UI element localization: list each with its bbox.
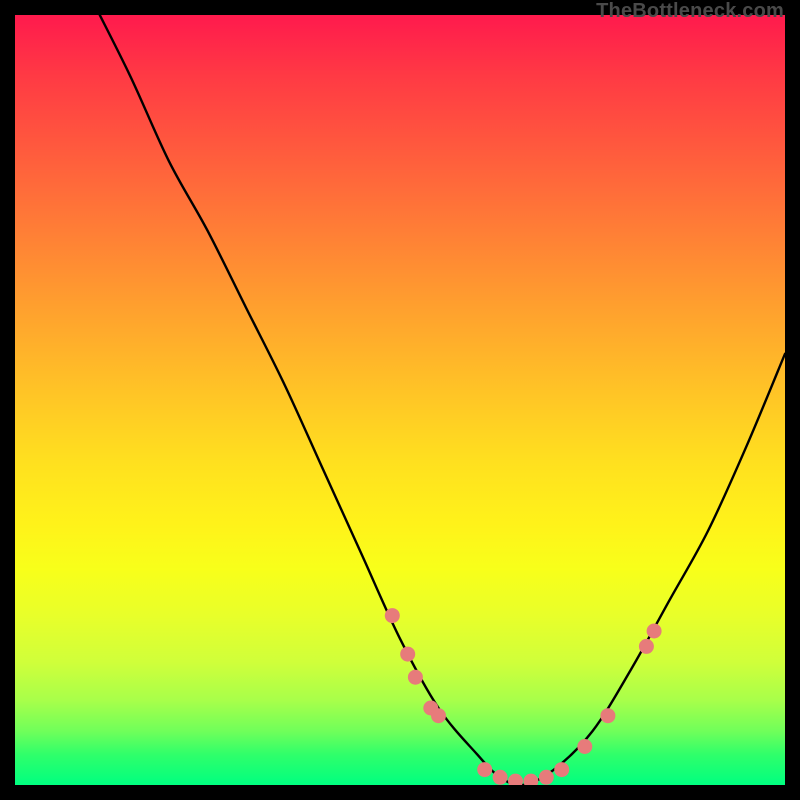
chart-plot-area xyxy=(15,15,785,785)
scatter-dot xyxy=(639,639,654,654)
scatter-dot xyxy=(493,770,508,785)
scatter-dot xyxy=(408,670,423,685)
scatter-dot xyxy=(523,774,538,785)
scatter-layer xyxy=(385,608,662,785)
scatter-dot xyxy=(477,762,492,777)
bottleneck-curve xyxy=(15,15,785,785)
scatter-dot xyxy=(554,762,569,777)
scatter-dot xyxy=(577,739,592,754)
chart-svg xyxy=(15,15,785,785)
scatter-dot xyxy=(385,608,400,623)
scatter-dot xyxy=(508,774,523,785)
chart-frame: TheBottleneck.com xyxy=(0,0,800,800)
scatter-dot xyxy=(400,647,415,662)
curve-layer xyxy=(15,15,785,785)
scatter-dot xyxy=(539,770,554,785)
scatter-dot xyxy=(647,624,662,639)
scatter-dot xyxy=(431,708,446,723)
attribution-label: TheBottleneck.com xyxy=(596,0,784,23)
scatter-dot xyxy=(600,708,615,723)
